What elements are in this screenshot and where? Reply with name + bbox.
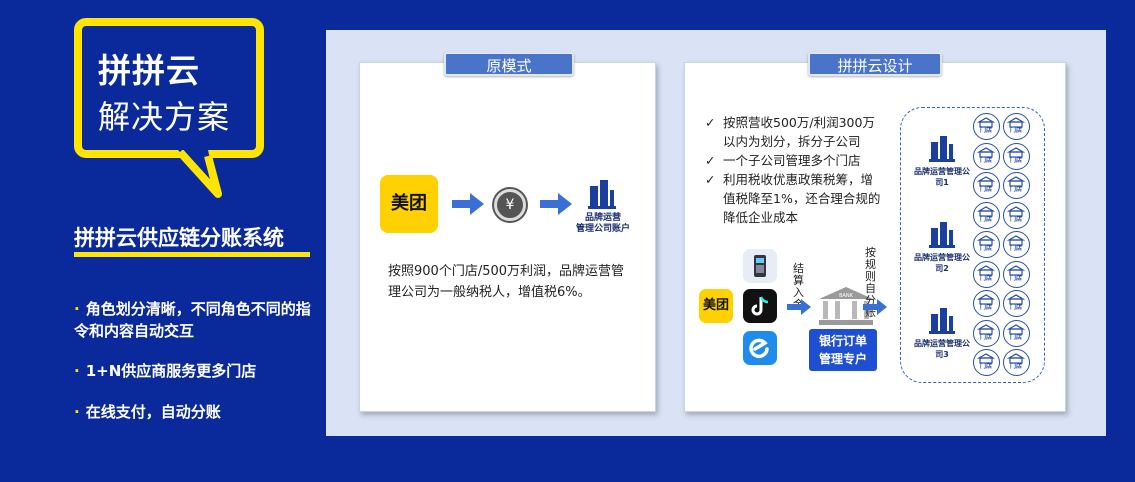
- account-label: 品牌运营 管理公司账户: [568, 213, 638, 235]
- system-title-underline: [74, 252, 310, 257]
- design-card: ✓ 按照营收500万/利润300万以内为划分，拆分子公司 ✓ 一个子公司管理多个门店…: [684, 62, 1066, 412]
- check-item: ✓ 按照营收500万/利润300万以内为划分，拆分子公司: [705, 113, 885, 151]
- subsidiary-group: 品牌运营管理公司1 品牌运营管理公司2 品牌运营管理公司3 门店 门店 门店 门店 门店…: [900, 107, 1045, 383]
- store-label: 门店: [979, 245, 992, 252]
- store-icon: 门店: [1003, 231, 1030, 258]
- bank-label-line1: 银行订单: [818, 334, 867, 348]
- building-icon: [588, 180, 616, 209]
- bank-account-label: 银行订单 管理专户: [809, 329, 877, 371]
- sub-company-label: 品牌运营管理公司3: [914, 339, 970, 359]
- system-title: 拼拼云供应链分账系统: [74, 226, 284, 250]
- store-icon: 门店: [973, 290, 1000, 317]
- store-icon: 门店: [973, 201, 1000, 229]
- check-list: ✓ 按照营收500万/利润300万以内为划分，拆分子公司 ✓ 一个子公司管理多个门店…: [705, 113, 885, 227]
- sub-company-1: 品牌运营管理公司1: [911, 134, 973, 188]
- store-icon: 门店: [1003, 319, 1030, 347]
- check-item: ✓ 一个子公司管理多个门店: [705, 151, 885, 170]
- store-icon: 门店: [1003, 142, 1030, 170]
- check-icon: ✓: [705, 115, 716, 130]
- store-label: 门店: [1009, 127, 1022, 134]
- account-label-line2: 管理公司账户: [575, 224, 630, 234]
- original-mode-card: 美团 ¥ 品牌运营 管理公司账户 按照900个门店/500万利润，品牌运营管理公…: [359, 62, 656, 412]
- check-icon: ✓: [705, 172, 716, 187]
- arrow-right-icon: [787, 299, 811, 315]
- check-text: 利用税收优惠政策税筹，增值税降至1%，还合理合规的降低企业成本: [723, 172, 881, 225]
- check-item: ✓ 利用税收优惠政策税筹，增值税降至1%，还合理合规的降低企业成本: [705, 170, 885, 227]
- store-label: 门店: [979, 304, 992, 311]
- meituan-logo: 美团: [699, 289, 733, 323]
- tab-design: 拼拼云设计: [808, 52, 942, 76]
- store-icon: 门店: [973, 113, 1000, 140]
- sub-company-label: 品牌运营管理公司1: [914, 167, 970, 187]
- store-label: 门店: [979, 156, 992, 164]
- store-label: 门店: [1009, 274, 1022, 282]
- brand-title: 拼拼云: [98, 51, 200, 90]
- bullet-text: 1+N供应商服务更多门店: [85, 362, 257, 380]
- store-label: 门店: [979, 333, 992, 341]
- bank-label-line2: 管理专户: [818, 352, 867, 366]
- store-icon: 门店: [973, 142, 1000, 170]
- store-icon: 门店: [1003, 290, 1030, 317]
- bullet-text: 在线支付，自动分账: [85, 403, 221, 421]
- store-label: 门店: [1009, 363, 1022, 370]
- store-label: 门店: [1009, 186, 1022, 193]
- bullet-dot-icon: ·: [74, 300, 80, 318]
- store-icon: 门店: [1003, 113, 1030, 140]
- store-icon: 门店: [973, 260, 1000, 288]
- store-label: 门店: [979, 215, 992, 223]
- sub-company-label: 品牌运营管理公司2: [914, 253, 970, 273]
- store-label: 门店: [979, 186, 992, 193]
- eleme-icon: [743, 331, 777, 365]
- store-icon: 门店: [973, 319, 1000, 347]
- sub-company-3: 品牌运营管理公司3: [911, 306, 973, 360]
- account-label-line1: 品牌运营: [584, 213, 621, 223]
- tab-original-mode: 原模式: [444, 52, 574, 76]
- arrow-right-icon: [540, 193, 572, 215]
- bullet-text: 角色划分清晰，不同角色不同的指令和内容自动交互: [74, 300, 311, 340]
- diagram-stage: 美团 ¥ 品牌运营 管理公司账户 按照900个门店/500万利润，品牌运营管理公…: [326, 30, 1106, 436]
- store-label: 门店: [1009, 156, 1022, 164]
- brand-subtitle: 解决方案: [98, 98, 231, 136]
- store-icon: 门店: [973, 231, 1000, 258]
- store-icon: 门店: [1003, 349, 1030, 376]
- store-label: 门店: [1009, 245, 1022, 252]
- svg-text:BANK: BANK: [839, 293, 854, 299]
- bullet-item: · 1+N供应商服务更多门店: [74, 360, 324, 382]
- store-icon: 门店: [1003, 201, 1030, 229]
- store-label: 门店: [979, 363, 992, 370]
- store-label: 门店: [1009, 215, 1022, 223]
- store-label: 门店: [979, 127, 992, 134]
- store-icon: 门店: [1003, 260, 1030, 288]
- store-icon: 门店: [1003, 172, 1030, 199]
- bullet-dot-icon: ·: [74, 362, 80, 380]
- building-icon: [929, 308, 955, 334]
- speech-bubble-tail: [178, 150, 222, 198]
- original-description: 按照900个门店/500万利润，品牌运营管理公司为一般纳税人，增值税6%。: [388, 264, 625, 300]
- tiktok-icon: [743, 289, 777, 323]
- sub-company-2: 品牌运营管理公司2: [911, 220, 973, 274]
- check-text: 一个子公司管理多个门店: [723, 153, 861, 168]
- store-label: 门店: [979, 274, 992, 282]
- bullet-item: · 在线支付，自动分账: [74, 401, 324, 423]
- building-icon: [929, 222, 955, 248]
- pos-terminal-icon: [743, 249, 777, 283]
- arrow-right-icon: [863, 299, 887, 315]
- check-text: 按照营收500万/利润300万以内为划分，拆分子公司: [723, 115, 875, 149]
- building-icon: [929, 136, 955, 162]
- bullet-dot-icon: ·: [74, 403, 80, 421]
- store-label: 门店: [1009, 333, 1022, 341]
- store-icon: 门店: [973, 172, 1000, 199]
- bullet-item: · 角色划分清晰，不同角色不同的指令和内容自动交互: [74, 298, 324, 342]
- coin-icon: ¥: [494, 189, 526, 221]
- store-icon: 门店: [973, 349, 1000, 376]
- store-label: 门店: [1009, 304, 1022, 311]
- check-icon: ✓: [705, 153, 716, 168]
- arrow-right-icon: [452, 193, 484, 215]
- meituan-logo: 美团: [380, 175, 438, 233]
